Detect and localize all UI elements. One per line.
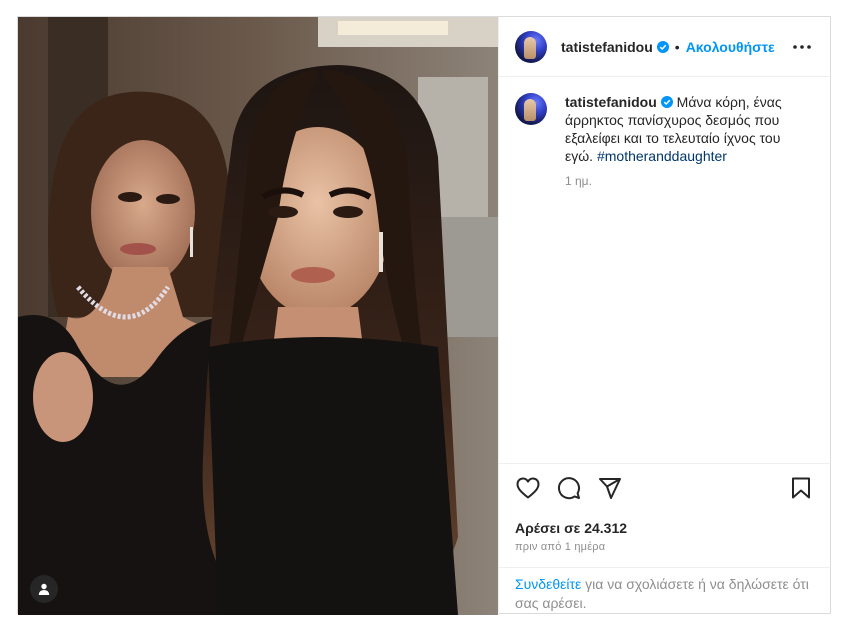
- caption-username[interactable]: tatistefanidou: [565, 94, 657, 110]
- verified-badge-icon: [656, 40, 669, 53]
- avatar[interactable]: [515, 30, 547, 63]
- caption-age: 1 ημ.: [565, 174, 592, 188]
- action-bar: [499, 463, 830, 511]
- post-photo[interactable]: [18, 17, 498, 615]
- share-button[interactable]: [597, 475, 623, 501]
- caption-avatar[interactable]: [515, 93, 547, 125]
- more-options-button[interactable]: [790, 35, 814, 59]
- follow-button[interactable]: Ακολουθήστε: [686, 39, 775, 55]
- tagged-user-icon: [38, 583, 50, 595]
- more-options-icon: [793, 44, 811, 49]
- post-side-panel: tatistefanidou • Ακολουθήστε tatistefani…: [498, 17, 830, 615]
- comments-area: tatistefanidou Μάνα κόρη, ένας άρρηκτος …: [499, 77, 830, 463]
- tagged-users-button[interactable]: [30, 575, 58, 603]
- separator-dot: •: [674, 38, 680, 55]
- comment-button[interactable]: [556, 475, 582, 501]
- verified-badge-icon: [660, 96, 673, 108]
- like-button[interactable]: [515, 475, 541, 501]
- header-username[interactable]: tatistefanidou: [561, 39, 653, 55]
- heart-icon: [516, 477, 540, 498]
- login-prompt: Συνδεθείτε για να σχολιάσετε ή να δηλώσε…: [499, 567, 830, 615]
- selfie-image: [18, 17, 498, 615]
- hashtag-link[interactable]: #motheranddaughter: [597, 148, 727, 164]
- caption: tatistefanidou Μάνα κόρη, ένας άρρηκτος …: [515, 93, 814, 165]
- bookmark-icon: [792, 477, 810, 498]
- login-link[interactable]: Συνδεθείτε: [515, 576, 581, 592]
- save-button[interactable]: [788, 475, 814, 501]
- post-timestamp[interactable]: πριν από 1 ημέρα: [515, 541, 605, 553]
- comment-icon: [558, 476, 580, 499]
- post-header: tatistefanidou • Ακολουθήστε: [499, 17, 830, 77]
- post-dialog: tatistefanidou • Ακολουθήστε tatistefani…: [17, 16, 831, 615]
- caption-text: tatistefanidou Μάνα κόρη, ένας άρρηκτος …: [565, 93, 805, 165]
- share-icon: [599, 477, 621, 499]
- likes-count[interactable]: Αρέσει σε 24.312: [515, 520, 627, 536]
